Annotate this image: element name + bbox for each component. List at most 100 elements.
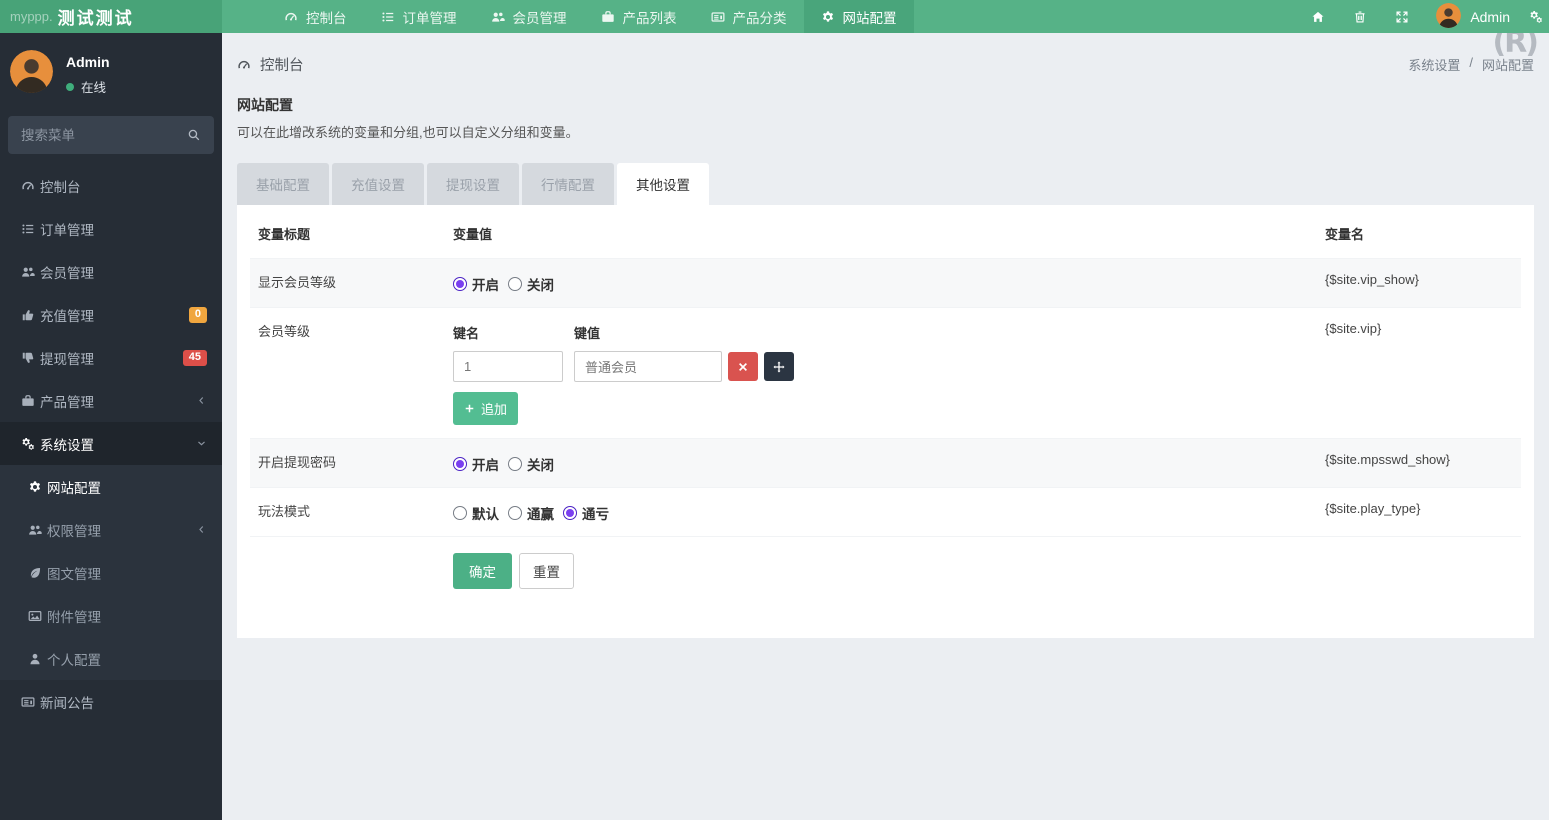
nav-item-label: 网站配置	[842, 10, 897, 26]
delete-row-button[interactable]	[728, 352, 758, 381]
sidebar-item-briefcase[interactable]: 产品管理	[0, 379, 222, 422]
search-input[interactable]	[21, 127, 187, 143]
nav-item-gauge[interactable]: 控制台	[267, 0, 364, 33]
users-icon	[15, 265, 40, 279]
nav-item-label: 会员管理	[512, 10, 567, 26]
reset-button[interactable]: 重置	[519, 553, 574, 589]
sidebar-item-label: 权限管理	[47, 523, 101, 539]
trash-icon	[1353, 10, 1367, 24]
home-button[interactable]	[1297, 0, 1339, 33]
table-row: 玩法模式 默认 通赢 通亏 {$site.play_type}	[250, 487, 1521, 537]
sidebar-item-gears[interactable]: 系统设置	[0, 422, 222, 465]
radio-option[interactable]: 默认	[453, 503, 499, 523]
nav-item-briefcase[interactable]: 产品列表	[584, 0, 694, 33]
radio-option[interactable]: 开启	[453, 274, 499, 294]
plus-icon	[464, 403, 475, 414]
sidebar-item-users[interactable]: 会员管理	[0, 250, 222, 293]
count-badge: 0	[188, 306, 207, 323]
radio-label: 通亏	[582, 507, 609, 522]
settings-gears-button[interactable]	[1523, 0, 1549, 33]
sidebar-user-name: Admin	[66, 54, 110, 70]
sidebar-item-label: 控制台	[40, 179, 81, 195]
briefcase-icon	[601, 10, 615, 24]
navbar-user-menu[interactable]: Admin	[1423, 2, 1523, 31]
list-icon	[15, 222, 40, 236]
tab-2[interactable]: 提现设置	[427, 163, 519, 205]
brand-logo[interactable]: myppp. 测试测试	[0, 0, 222, 33]
radio-label: 默认	[472, 507, 499, 522]
sidebar-item-label: 系统设置	[40, 437, 94, 453]
avatar[interactable]	[10, 50, 53, 96]
column-header: 变量值	[453, 227, 493, 242]
breadcrumb-parent[interactable]: 系统设置	[1408, 55, 1460, 74]
thumbs-down-icon	[15, 351, 40, 365]
tab-4[interactable]: 其他设置	[617, 163, 709, 205]
sidebar-toggle-button[interactable]	[222, 0, 267, 33]
brand-name: 测试测试	[57, 9, 134, 28]
image-icon	[22, 609, 47, 623]
briefcase-icon	[15, 394, 40, 408]
empty-cell	[1317, 536, 1521, 608]
nav-item-newspaper[interactable]: 产品分类	[694, 0, 804, 33]
sidebar-item-gauge[interactable]: 控制台	[0, 164, 222, 207]
navbar-right: Admin	[1297, 0, 1549, 33]
main-content: 控制台 系统设置 / 网站配置 网站配置 可以在此增改系统的变量和分组,也可以自…	[222, 33, 1549, 820]
sidebar-subitem-gear[interactable]: 网站配置	[0, 465, 222, 508]
nav-item-label: 产品列表	[622, 10, 677, 26]
trash-button[interactable]	[1339, 0, 1381, 33]
sidebar-search-box	[8, 116, 214, 154]
tab-3[interactable]: 行情配置	[522, 163, 614, 205]
radio-option[interactable]: 开启	[453, 454, 499, 474]
radio-option[interactable]: 通亏	[563, 503, 609, 523]
leaf-icon	[22, 566, 47, 580]
sidebar-subitem-user[interactable]: 个人配置	[0, 637, 222, 680]
move-row-button[interactable]	[764, 352, 794, 381]
home-icon	[1311, 10, 1325, 24]
append-button[interactable]: 追加	[453, 392, 519, 425]
dashboard-icon	[237, 58, 251, 72]
tab-0[interactable]: 基础配置	[237, 163, 329, 205]
radio-circle-icon	[563, 506, 577, 520]
row-value-cell: 开启 关闭	[445, 258, 1317, 308]
content-header: 控制台 系统设置 / 网站配置	[222, 33, 1549, 95]
move-icon	[773, 361, 785, 373]
row-value-cell: 默认 通赢 通亏	[445, 487, 1317, 537]
nav-item-users[interactable]: 会员管理	[474, 0, 584, 33]
online-status-label: 在线	[81, 81, 107, 95]
sidebar-item-thumbs-down[interactable]: 提现管理 45	[0, 336, 222, 379]
sidebar-section: 提现管理 45	[0, 336, 222, 379]
radio-circle-icon	[453, 457, 467, 471]
expand-button[interactable]	[1381, 0, 1423, 33]
kv-value-input[interactable]	[574, 351, 722, 382]
expand-icon	[1395, 10, 1409, 24]
radio-circle-icon	[453, 506, 467, 520]
tab-1[interactable]: 充值设置	[332, 163, 424, 205]
table-row: 会员等级键名 键值追加 {$site.vip}	[250, 307, 1521, 439]
submit-button[interactable]: 确定	[453, 553, 512, 589]
sidebar-subitem-leaf[interactable]: 图文管理	[0, 551, 222, 594]
chevron-left-icon	[196, 395, 207, 406]
gears-icon	[15, 437, 40, 451]
sidebar: Admin 在线 控制台订单管理会员管理充值管理 0 提现管理 45 产品管理系统设置网…	[0, 33, 222, 820]
form-actions-cell: 确定 重置	[445, 536, 1317, 608]
sidebar-item-list[interactable]: 订单管理	[0, 207, 222, 250]
kv-key-input[interactable]	[453, 351, 563, 382]
row-title: 会员等级	[250, 307, 445, 439]
sidebar-item-newspaper[interactable]: 新闻公告	[0, 680, 222, 723]
sidebar-item-label: 附件管理	[47, 609, 101, 625]
nav-item-gear[interactable]: 网站配置	[803, 0, 914, 33]
search-icon[interactable]	[187, 128, 201, 142]
kv-value-label: 键值	[574, 326, 601, 341]
sidebar-section: 产品管理	[0, 379, 222, 422]
sidebar-subitem-image[interactable]: 附件管理	[0, 594, 222, 637]
radio-option[interactable]: 关闭	[508, 454, 554, 474]
sidebar-item-thumbs-up[interactable]: 充值管理 0	[0, 293, 222, 336]
table-row: 显示会员等级 开启 关闭 {$site.vip_show}	[250, 258, 1521, 308]
radio-option[interactable]: 关闭	[508, 274, 554, 294]
radio-option[interactable]: 通赢	[508, 503, 554, 523]
sidebar-item-label: 订单管理	[40, 222, 94, 238]
sidebar-subitem-users[interactable]: 权限管理	[0, 508, 222, 551]
nav-item-list[interactable]: 订单管理	[364, 0, 474, 33]
tab-body: 变量标题 变量值 变量名 显示会员等级 开启 关闭 {$site.vip_show} 会员等…	[237, 205, 1534, 638]
nav-item-label: 订单管理	[402, 10, 457, 26]
